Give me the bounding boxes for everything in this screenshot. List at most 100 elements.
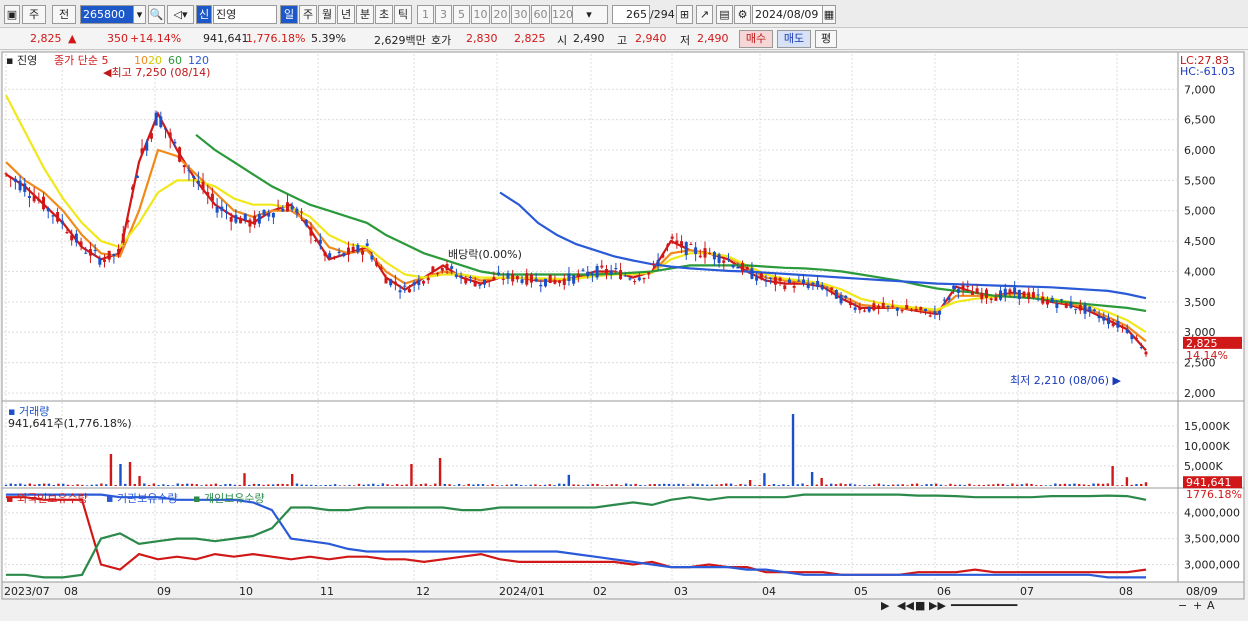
chart-type-icon[interactable]: ↗ — [696, 5, 713, 24]
sell-button[interactable]: 매도 — [777, 30, 811, 48]
stop-icon[interactable]: ■ — [915, 599, 925, 612]
candle-body — [820, 285, 824, 290]
volume-bar — [166, 485, 170, 486]
mode-jeon-button[interactable]: 전 — [52, 5, 76, 24]
rewind-icon[interactable]: ◀◀ — [897, 599, 914, 612]
period-tab-1[interactable]: 주 — [299, 5, 317, 24]
volume-bar — [806, 484, 809, 486]
volume-bar — [820, 478, 823, 486]
interval-20[interactable]: 20 — [491, 5, 510, 24]
volume-bar — [624, 483, 628, 486]
x-tick: 10 — [239, 585, 253, 598]
candle-body — [558, 280, 562, 284]
candle-body — [140, 148, 144, 154]
period-tab-6[interactable]: 틱 — [394, 5, 412, 24]
volume-bar — [176, 483, 179, 486]
volume-bar — [152, 483, 156, 486]
volume-bar — [276, 483, 280, 486]
candle-body — [525, 273, 529, 285]
interval-1[interactable]: 1 — [417, 5, 434, 24]
bid-price: 2,825 — [514, 32, 546, 45]
period-tab-5[interactable]: 초 — [375, 5, 393, 24]
volume-bar — [357, 483, 361, 486]
candle-body — [853, 307, 857, 310]
zoom-out-icon[interactable]: − — [1178, 599, 1187, 612]
save-icon[interactable]: ▤ — [716, 5, 733, 24]
calendar-icon[interactable]: ▦ — [822, 5, 836, 24]
interval-3[interactable]: 3 — [435, 5, 452, 24]
interval-120[interactable]: 120 — [551, 5, 573, 24]
zoom-in-icon[interactable]: + — [1193, 599, 1202, 612]
stock-legend: ▪ 진영 — [6, 54, 37, 67]
grid-icon[interactable]: ⊞ — [676, 5, 693, 24]
candle-body — [328, 253, 332, 258]
candle-body — [370, 255, 374, 260]
mode-ju-button[interactable]: 주 — [22, 5, 46, 24]
buy-button[interactable]: 매수 — [739, 30, 773, 48]
window-icon[interactable]: ▣ — [4, 5, 20, 24]
candle-body — [661, 254, 665, 258]
volume-bar — [939, 484, 943, 486]
candle-body — [961, 285, 965, 290]
date-input[interactable]: 2024/08/09 — [752, 5, 824, 24]
candle-body — [1144, 351, 1148, 355]
forward-icon[interactable]: ▶▶ — [929, 599, 946, 612]
volume-bar — [271, 484, 275, 486]
volume-bar — [815, 484, 819, 486]
volume-bar — [596, 483, 599, 486]
volume-bar — [219, 485, 222, 486]
interval-60[interactable]: 60 — [531, 5, 550, 24]
volume-bar — [1082, 484, 1086, 486]
eval-button[interactable]: 평 — [815, 30, 837, 48]
interval-5[interactable]: 5 — [453, 5, 470, 24]
period-tab-3[interactable]: 년 — [337, 5, 355, 24]
volume-bar — [734, 485, 737, 486]
volume-bar — [667, 483, 671, 486]
interval-dropdown[interactable]: ▾ — [570, 5, 608, 24]
candle-body — [267, 213, 271, 217]
candle-body — [938, 311, 942, 315]
volume-bar — [729, 483, 733, 486]
volume-bar — [930, 484, 933, 486]
speaker-icon[interactable]: ◁▾ — [167, 5, 194, 24]
auto-scale-icon[interactable]: A — [1207, 599, 1215, 612]
candle-body — [1036, 294, 1040, 296]
search-icon[interactable]: 🔍 — [148, 5, 165, 24]
scroll-right-icon[interactable]: ▶ — [881, 599, 889, 612]
volume-bar — [1125, 477, 1129, 486]
candle-body — [1083, 304, 1087, 314]
volume-bar — [791, 414, 795, 486]
volume-bar — [267, 484, 270, 486]
scroll-slider[interactable]: ━━━━━━━━━━ — [951, 599, 1071, 612]
stock-name-field[interactable]: 진영 — [213, 5, 277, 24]
stock-code-input[interactable]: 265800 — [80, 5, 140, 24]
interval-10[interactable]: 10 — [471, 5, 490, 24]
period-tab-0[interactable]: 일 — [280, 5, 298, 24]
stock-chart[interactable]: 7,000 6,500 6,000 5,500 5,000 4,500 4,000 3,500… — [0, 50, 1248, 621]
period-tab-4[interactable]: 분 — [356, 5, 374, 24]
dividend-note: 배당락(0.00%) — [448, 248, 522, 261]
settings-icon[interactable]: ⚙ — [734, 5, 751, 24]
volume-bar — [691, 483, 695, 486]
volume-bar — [510, 484, 513, 486]
interval-30[interactable]: 30 — [511, 5, 530, 24]
candle-body — [1027, 292, 1031, 299]
candle-body — [304, 219, 308, 226]
high-price: 2,940 — [635, 32, 667, 45]
x-tick: 08/09 — [1186, 585, 1218, 598]
count-input[interactable]: 265 — [612, 5, 650, 24]
candle-body — [877, 305, 881, 309]
min-price-note: 최저 2,210 (08/06) ▶ — [1010, 374, 1122, 387]
candle-body — [224, 211, 228, 213]
candle-body — [1102, 316, 1106, 321]
candle-body — [210, 193, 214, 201]
volume-bar — [429, 485, 432, 486]
volume-bar — [410, 464, 413, 486]
code-dropdown-icon[interactable]: ▾ — [133, 5, 146, 24]
period-tab-2[interactable]: 월 — [318, 5, 336, 24]
volume-bar — [162, 484, 165, 486]
candle-body — [412, 282, 416, 286]
candle-body — [656, 260, 660, 267]
candle-body — [281, 208, 285, 212]
candle-body — [970, 291, 974, 295]
